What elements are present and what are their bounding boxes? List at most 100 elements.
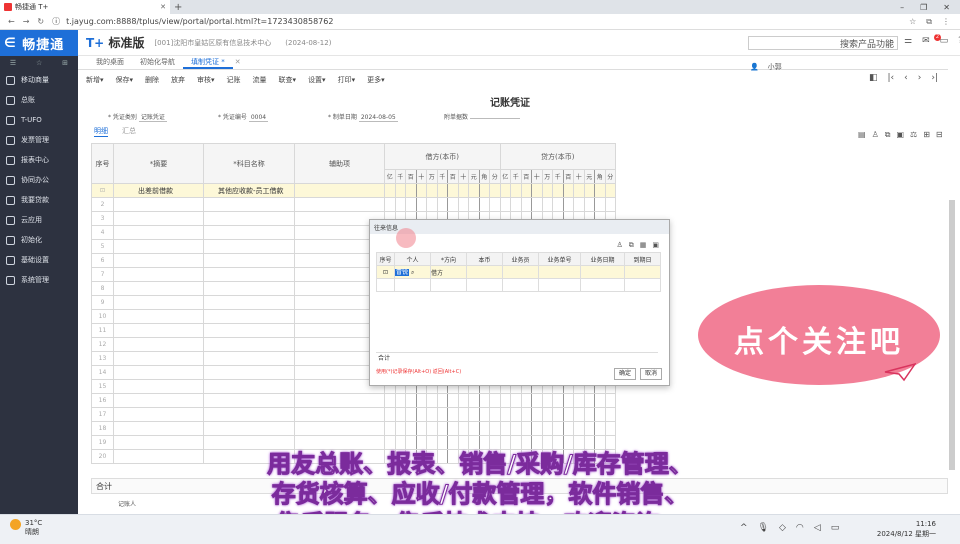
reload-icon[interactable]: ↻: [37, 17, 44, 26]
amount-digit-cell[interactable]: [531, 407, 543, 422]
copy-icon[interactable]: ⧉: [885, 130, 891, 140]
row-summary[interactable]: [113, 379, 204, 394]
amount-digit-cell[interactable]: [489, 197, 501, 212]
amount-cell[interactable]: [466, 265, 503, 279]
amount-digit-cell[interactable]: [552, 183, 564, 198]
row-account[interactable]: [203, 197, 295, 212]
row-account[interactable]: [203, 365, 295, 380]
amount-digit-cell[interactable]: [552, 407, 564, 422]
sidebar-item[interactable]: 我要贷款: [0, 190, 78, 210]
row-account[interactable]: [203, 239, 295, 254]
search-icon[interactable]: ⌕: [889, 37, 894, 47]
row-account[interactable]: [203, 295, 295, 310]
row-seq[interactable]: ⊡: [91, 183, 114, 198]
sidebar-item[interactable]: 初始化: [0, 230, 78, 250]
row-account[interactable]: 其他应收款-员工借款: [203, 183, 295, 198]
wifi-icon[interactable]: ◠: [796, 523, 804, 533]
amount-digit-cell[interactable]: [510, 407, 522, 422]
amount-digit-cell[interactable]: [552, 197, 564, 212]
tab-voucher[interactable]: 填制凭证 *: [183, 56, 233, 69]
amount-digit-cell[interactable]: [562, 393, 574, 408]
amount-digit-cell[interactable]: [384, 197, 396, 212]
row-seq[interactable]: 16: [91, 393, 114, 408]
sidebar-item[interactable]: 协同办公: [0, 170, 78, 190]
amount-digit-cell[interactable]: [562, 407, 574, 422]
attachments-field[interactable]: 附单据数: [444, 112, 520, 121]
voucher-no-value[interactable]: 0004: [248, 114, 269, 122]
weather-widget[interactable]: 31°C 晴朗: [10, 519, 42, 537]
row-summary[interactable]: 出差前借款: [113, 183, 204, 198]
scrollbar-thumb[interactable]: [949, 200, 955, 470]
amount-digit-cell[interactable]: [478, 421, 490, 436]
amount-digit-cell[interactable]: [415, 393, 427, 408]
amount-digit-cell[interactable]: [447, 197, 459, 212]
amount-digit-cell[interactable]: [604, 197, 616, 212]
amount-digit-cell[interactable]: [384, 407, 396, 422]
amount-digit-cell[interactable]: [604, 421, 616, 436]
amount-digit-cell[interactable]: [562, 183, 574, 198]
amount-digit-cell[interactable]: [520, 197, 532, 212]
row-aux[interactable]: [294, 183, 385, 198]
amount-digit-cell[interactable]: [531, 421, 543, 436]
add-button[interactable]: 新增▾: [86, 75, 104, 85]
amount-digit-cell[interactable]: [583, 183, 595, 198]
amount-digit-cell[interactable]: [447, 393, 459, 408]
amount-digit-cell[interactable]: [415, 197, 427, 212]
cancel-button[interactable]: 取消: [640, 368, 662, 380]
amount-digit-cell[interactable]: [405, 393, 417, 408]
bizno-cell[interactable]: [538, 265, 581, 279]
row-seq[interactable]: 20: [91, 449, 114, 464]
row-summary[interactable]: [113, 309, 204, 324]
row-summary[interactable]: [113, 281, 204, 296]
amount-digit-cell[interactable]: [394, 393, 406, 408]
row-seq[interactable]: 19: [91, 435, 114, 450]
row-account[interactable]: [203, 281, 295, 296]
row-aux[interactable]: [294, 421, 385, 436]
row-account[interactable]: [203, 309, 295, 324]
row-seq[interactable]: 17: [91, 407, 114, 422]
sidebar-item[interactable]: 系统管理: [0, 270, 78, 290]
filter-icon[interactable]: ⚌: [904, 36, 912, 46]
lookup-icon[interactable]: ⌕: [411, 269, 414, 276]
amount-digit-cell[interactable]: [562, 197, 574, 212]
dialog-row[interactable]: [376, 278, 661, 292]
message-icon[interactable]: ✉: [922, 36, 930, 46]
row-account[interactable]: [203, 323, 295, 338]
row-account[interactable]: [203, 421, 295, 436]
row-account[interactable]: [203, 393, 295, 408]
amount-digit-cell[interactable]: [426, 407, 438, 422]
row-account[interactable]: [203, 211, 295, 226]
next-icon[interactable]: ›: [918, 73, 922, 83]
amount-digit-cell[interactable]: [531, 393, 543, 408]
amount-digit-cell[interactable]: [531, 183, 543, 198]
person-input[interactable]: 冒锐 ⌕: [394, 265, 431, 279]
row-account[interactable]: [203, 253, 295, 268]
amount-digit-cell[interactable]: [520, 393, 532, 408]
amount-digit-cell[interactable]: [573, 183, 585, 198]
ok-button[interactable]: 确定: [614, 368, 636, 380]
amount-digit-cell[interactable]: [520, 421, 532, 436]
amount-digit-cell[interactable]: [541, 393, 553, 408]
amount-digit-cell[interactable]: [457, 421, 469, 436]
vertical-scrollbar[interactable]: [948, 190, 956, 490]
amount-digit-cell[interactable]: [583, 197, 595, 212]
amount-digit-cell[interactable]: [552, 393, 564, 408]
bizdate-cell[interactable]: [580, 265, 625, 279]
direction-cell[interactable]: 借方: [430, 265, 467, 279]
row-summary[interactable]: [113, 337, 204, 352]
person-icon[interactable]: ♙: [872, 130, 879, 140]
amount-digit-cell[interactable]: [594, 421, 606, 436]
amount-digit-cell[interactable]: [436, 197, 448, 212]
settings-button[interactable]: 设置▾: [308, 75, 326, 85]
row-summary[interactable]: [113, 435, 204, 450]
browser-menu-icon[interactable]: ⋮: [942, 17, 950, 27]
amount-digit-cell[interactable]: [468, 197, 480, 212]
amount-digit-cell[interactable]: [468, 183, 480, 198]
amount-digit-cell[interactable]: [426, 393, 438, 408]
row-summary[interactable]: [113, 239, 204, 254]
row-seq[interactable]: 5: [91, 239, 114, 254]
save-button[interactable]: 保存▾: [116, 75, 134, 85]
amount-digit-cell[interactable]: [478, 393, 490, 408]
voucher-no-field[interactable]: * 凭证编号 0004: [218, 112, 269, 122]
amount-digit-cell[interactable]: [468, 393, 480, 408]
